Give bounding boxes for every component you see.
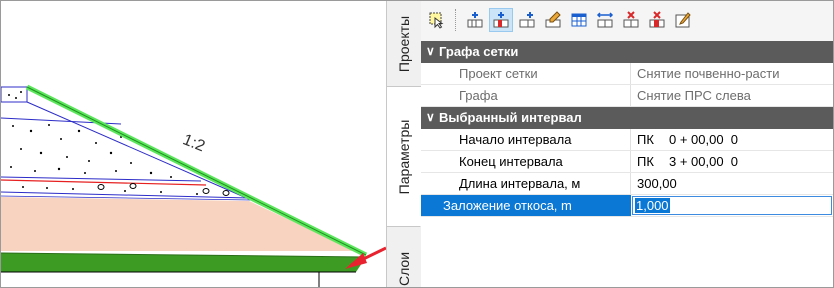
property-row-slope-ratio[interactable]: Заложение откоса, m 1,000 xyxy=(421,195,833,217)
properties-panel: ∨ Графа сетки Проект сетки Снятие почвен… xyxy=(421,1,833,287)
layer-line-lower-blue xyxy=(1,191,250,199)
station-value: 3 + 00,00 0 xyxy=(669,154,739,169)
property-name: Длина интервала, м xyxy=(421,173,631,194)
property-value[interactable]: Снятие ПРС слева xyxy=(631,85,833,106)
topsoil-band xyxy=(1,253,366,272)
tab-parameters-label: Параметры xyxy=(395,119,412,194)
category-interval-label: Выбранный интервал xyxy=(439,110,582,125)
chevron-down-icon[interactable]: ∨ xyxy=(426,110,435,124)
inner-slope-edge xyxy=(26,101,252,201)
edit-interval-icon[interactable] xyxy=(541,8,565,32)
pk-prefix: ПК xyxy=(637,132,654,147)
tab-layers[interactable]: Слои xyxy=(387,227,421,287)
property-name: Проект сетки xyxy=(421,63,631,84)
slope-ratio-value: 1,000 xyxy=(635,198,670,213)
chevron-down-icon[interactable]: ∨ xyxy=(426,44,435,58)
add-interval-icon[interactable] xyxy=(463,8,487,32)
category-grid-label: Графа сетки xyxy=(439,44,519,59)
delete-interval-icon[interactable] xyxy=(619,8,643,32)
property-value[interactable]: Снятие почвенно-расти xyxy=(631,63,833,84)
interval-properties-icon[interactable] xyxy=(671,8,695,32)
slope-ratio-editbox[interactable]: 1,000 xyxy=(632,196,832,215)
add-interval-right-icon[interactable] xyxy=(515,8,539,32)
table-icon[interactable] xyxy=(567,8,591,32)
cross-section-drawing: 1:2 xyxy=(1,84,386,287)
property-row-grid-project[interactable]: Проект сетки Снятие почвенно-расти xyxy=(421,63,833,85)
property-name: Заложение откоса, m xyxy=(421,195,631,216)
select-element-icon[interactable] xyxy=(425,8,449,32)
property-row-graph[interactable]: Графа Снятие ПРС слева xyxy=(421,85,833,107)
slope-ratio-input[interactable]: 1,000 xyxy=(631,195,833,216)
property-grid: ∨ Графа сетки Проект сетки Снятие почвен… xyxy=(421,41,833,217)
toolbar xyxy=(421,1,833,42)
tab-parameters[interactable]: Параметры xyxy=(387,87,421,227)
property-name: Графа xyxy=(421,85,631,106)
add-interval-active-icon[interactable] xyxy=(489,8,513,32)
category-interval-header[interactable]: ∨ Выбранный интервал xyxy=(421,107,833,129)
property-row-interval-length[interactable]: Длина интервала, м 300,00 xyxy=(421,173,833,195)
slope-label: 1:2 xyxy=(180,131,207,155)
side-tabs: Проекты Параметры Слои xyxy=(386,1,422,287)
pk-prefix: ПК xyxy=(637,154,654,169)
property-value[interactable]: ПК 0 + 00,00 0 xyxy=(631,129,833,150)
app-frame: 1:2 Проекты Параметры Слои ∨ Графа сетки… xyxy=(0,0,834,288)
property-row-interval-end[interactable]: Конец интервала ПК 3 + 00,00 0 xyxy=(421,151,833,173)
property-row-interval-start[interactable]: Начало интервала ПК 0 + 00,00 0 xyxy=(421,129,833,151)
tab-projects[interactable]: Проекты xyxy=(387,1,421,87)
delete-all-intervals-icon[interactable] xyxy=(645,8,669,32)
category-grid-header[interactable]: ∨ Графа сетки xyxy=(421,41,833,63)
toolbar-separator xyxy=(455,9,457,31)
property-name: Начало интервала xyxy=(421,129,631,150)
gravel-pebbles xyxy=(97,183,230,196)
property-name: Конец интервала xyxy=(421,151,631,172)
top-block xyxy=(1,86,28,103)
tab-layers-label: Слои xyxy=(396,251,412,287)
property-value[interactable]: 300,00 xyxy=(631,173,833,194)
split-interval-icon[interactable] xyxy=(593,8,617,32)
tab-projects-label: Проекты xyxy=(396,15,412,72)
station-value: 0 + 00,00 0 xyxy=(669,132,739,147)
property-value[interactable]: ПК 3 + 00,00 0 xyxy=(631,151,833,172)
drawing-canvas[interactable]: 1:2 xyxy=(1,1,386,287)
